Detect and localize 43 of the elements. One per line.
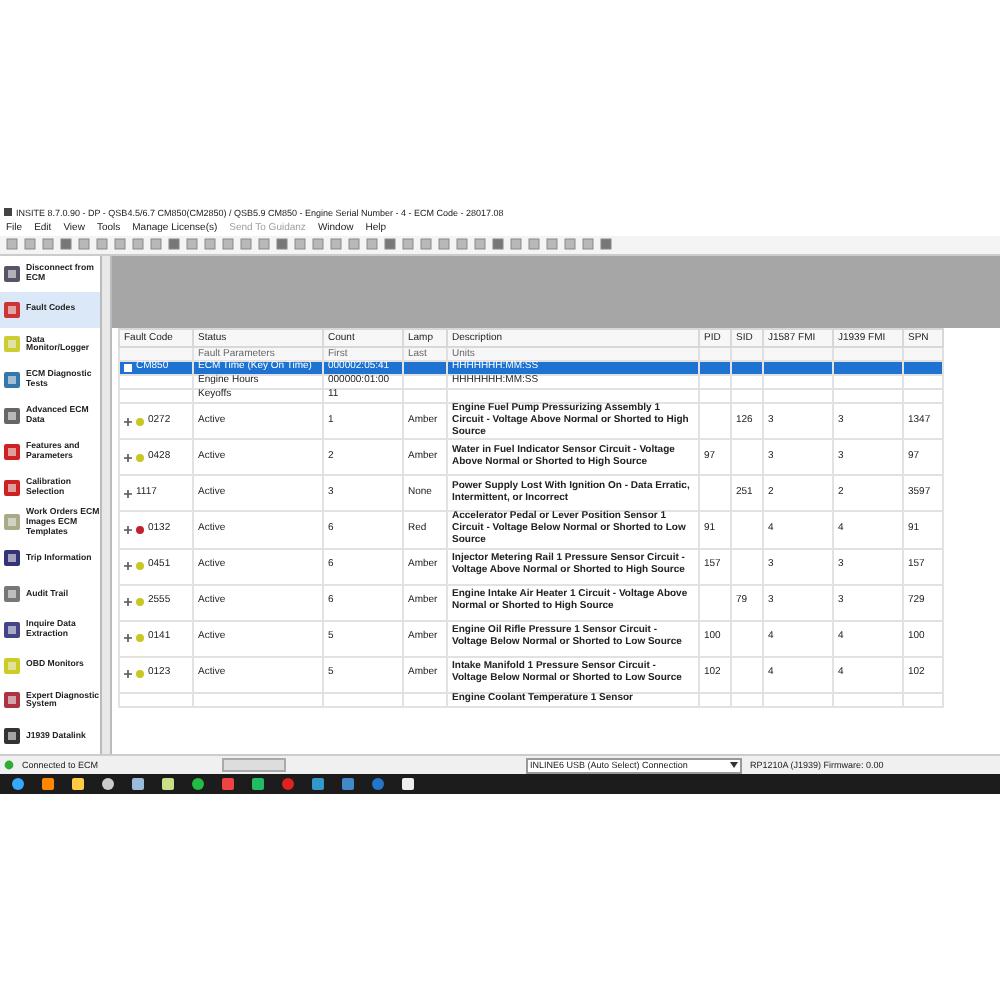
horizontal-scrollbar[interactable]	[222, 758, 287, 773]
lamp-dot	[136, 453, 144, 462]
module-icon	[2, 690, 22, 711]
module-icon	[2, 583, 22, 604]
module-icon	[2, 263, 22, 284]
module-icon	[2, 441, 22, 462]
taskbar-icon[interactable]	[402, 778, 414, 791]
app-icon	[4, 208, 12, 217]
expand-icon[interactable]	[124, 598, 132, 607]
caret-icon	[730, 762, 739, 769]
expand-icon[interactable]	[124, 562, 132, 571]
module-icon	[2, 299, 22, 320]
module-icon	[2, 619, 22, 640]
module-icon	[2, 655, 22, 676]
expand-icon[interactable]	[124, 489, 132, 498]
module-icon	[2, 334, 22, 355]
module-icon	[2, 512, 22, 533]
expand-icon[interactable]	[124, 634, 132, 643]
taskbar-icon[interactable]	[42, 778, 54, 791]
lamp-dot	[136, 598, 144, 607]
lamp-dot	[136, 525, 144, 534]
module-icon	[2, 370, 22, 391]
taskbar-icon[interactable]	[132, 778, 144, 791]
lamp-dot	[136, 562, 144, 571]
taskbar-icon[interactable]	[252, 778, 264, 791]
module-icon	[2, 726, 22, 747]
taskbar-icon[interactable]	[72, 778, 84, 791]
connection-icon	[4, 760, 14, 771]
module-icon	[2, 477, 22, 498]
expand-icon[interactable]	[124, 453, 132, 462]
expand-icon[interactable]	[124, 525, 132, 534]
lamp-dot	[136, 634, 144, 643]
taskbar-icon[interactable]	[192, 778, 204, 791]
taskbar-icon[interactable]	[12, 778, 24, 791]
taskbar-icon[interactable]	[162, 778, 174, 791]
module-icon	[2, 405, 22, 426]
taskbar-icon[interactable]	[102, 778, 114, 791]
lamp-dot	[136, 417, 144, 426]
module-icon	[2, 548, 22, 569]
expand-icon[interactable]	[124, 670, 132, 679]
lamp-dot	[136, 670, 144, 679]
collapse-icon[interactable]	[124, 363, 132, 372]
expand-icon[interactable]	[124, 417, 132, 426]
